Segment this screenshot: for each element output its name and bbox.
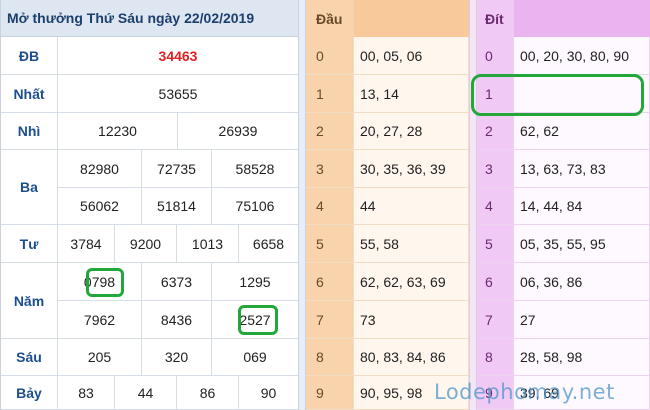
seventh-prize-value: 83 — [58, 376, 115, 410]
dau-header: Đầu — [306, 0, 354, 37]
dit-list: 14, 44, 84 — [514, 188, 650, 225]
dit-digit: 4 — [477, 188, 514, 225]
results-title: Mở thưởng Thứ Sáu ngày 22/02/2019 — [1, 0, 299, 37]
row-label-bay: Bảy — [1, 376, 58, 410]
dit-list: 28, 58, 98 — [514, 339, 650, 376]
seventh-prize-value: 44 — [115, 376, 177, 410]
panel-divider — [298, 0, 306, 410]
fifth-prize-value: 7962 — [58, 301, 142, 339]
dau-list: 30, 35, 36, 39 — [354, 150, 469, 188]
dit-digit: 5 — [477, 225, 514, 263]
dit-list: 62, 62 — [514, 113, 650, 150]
dit-digit: 8 — [477, 339, 514, 376]
second-prize-value: 12230 — [58, 113, 178, 150]
dit-header-blank — [514, 0, 650, 37]
fifth-prize-value: 6373 — [142, 263, 212, 301]
fourth-prize-value: 9200 — [115, 225, 177, 263]
third-prize-value: 82980 — [58, 150, 142, 188]
row-label-nhi: Nhì — [1, 113, 58, 150]
row-label-ba: Ba — [1, 150, 58, 225]
third-prize-value: 56062 — [58, 188, 142, 225]
dit-header: Đít — [477, 0, 514, 37]
third-prize-value: 75106 — [212, 188, 299, 225]
dau-digit: 1 — [306, 75, 354, 113]
dau-digit: 4 — [306, 188, 354, 225]
dau-digit: 0 — [306, 37, 354, 75]
results-panel: Mở thưởng Thứ Sáu ngày 22/02/2019 ĐB 344… — [0, 0, 299, 410]
highlight-ring — [471, 74, 644, 116]
second-prize-value: 26939 — [178, 113, 299, 150]
dit-digit: 2 — [477, 113, 514, 150]
dit-list: 00, 20, 30, 80, 90 — [514, 37, 650, 75]
dau-digit: 9 — [306, 376, 354, 410]
seventh-prize-value: 86 — [177, 376, 239, 410]
dit-list: 05, 35, 55, 95 — [514, 225, 650, 263]
row-label-nam: Năm — [1, 263, 58, 339]
dau-digit: 2 — [306, 113, 354, 150]
third-prize-value: 58528 — [212, 150, 299, 188]
dit-digit: 0 — [477, 37, 514, 75]
fifth-prize-value: 8436 — [142, 301, 212, 339]
sixth-prize-value: 205 — [58, 339, 142, 376]
dit-list: 27 — [514, 301, 650, 339]
row-label-nhat: Nhất — [1, 75, 58, 113]
dau-list: 73 — [354, 301, 469, 339]
dau-list: 62, 62, 63, 69 — [354, 263, 469, 301]
dau-panel: Đầu 0 00, 05, 06 1 13, 14 2 20, 27, 28 3 30, 35… — [306, 0, 469, 410]
seventh-prize-value: 90 — [239, 376, 299, 410]
dit-list: 06, 36, 86 — [514, 263, 650, 301]
dau-list: 00, 05, 06 — [354, 37, 469, 75]
dau-digit: 8 — [306, 339, 354, 376]
highlight-ring — [238, 305, 278, 335]
dit-panel: Đít 0 00, 20, 30, 80, 90 1 2 62, 62 3 13, 63, … — [477, 0, 650, 410]
dit-list: 13, 63, 73, 83 — [514, 150, 650, 188]
dau-header-blank — [354, 0, 469, 37]
highlight-ring — [86, 268, 124, 297]
fourth-prize-value: 1013 — [177, 225, 239, 263]
dau-list: 13, 14 — [354, 75, 469, 113]
dau-digit: 3 — [306, 150, 354, 188]
dau-list: 80, 83, 84, 86 — [354, 339, 469, 376]
fourth-prize-value: 6658 — [239, 225, 299, 263]
sixth-prize-value: 069 — [212, 339, 299, 376]
row-label-tu: Tư — [1, 225, 58, 263]
dit-digit: 3 — [477, 150, 514, 188]
row-label-db: ĐB — [1, 37, 58, 75]
panel-divider — [469, 0, 477, 410]
dau-list: 55, 58 — [354, 225, 469, 263]
third-prize-value: 72735 — [142, 150, 212, 188]
third-prize-value: 51814 — [142, 188, 212, 225]
sixth-prize-value: 320 — [142, 339, 212, 376]
first-prize-value: 53655 — [58, 75, 299, 113]
fourth-prize-value: 3784 — [58, 225, 115, 263]
dau-digit: 6 — [306, 263, 354, 301]
watermark-text: Lodephomay.net — [434, 380, 615, 404]
dit-digit: 6 — [477, 263, 514, 301]
dit-digit: 7 — [477, 301, 514, 339]
dau-list: 44 — [354, 188, 469, 225]
special-prize-value: 34463 — [58, 37, 299, 75]
dau-list: 20, 27, 28 — [354, 113, 469, 150]
fifth-prize-value: 1295 — [212, 263, 299, 301]
dau-digit: 5 — [306, 225, 354, 263]
dau-digit: 7 — [306, 301, 354, 339]
row-label-sau: Sáu — [1, 339, 58, 376]
